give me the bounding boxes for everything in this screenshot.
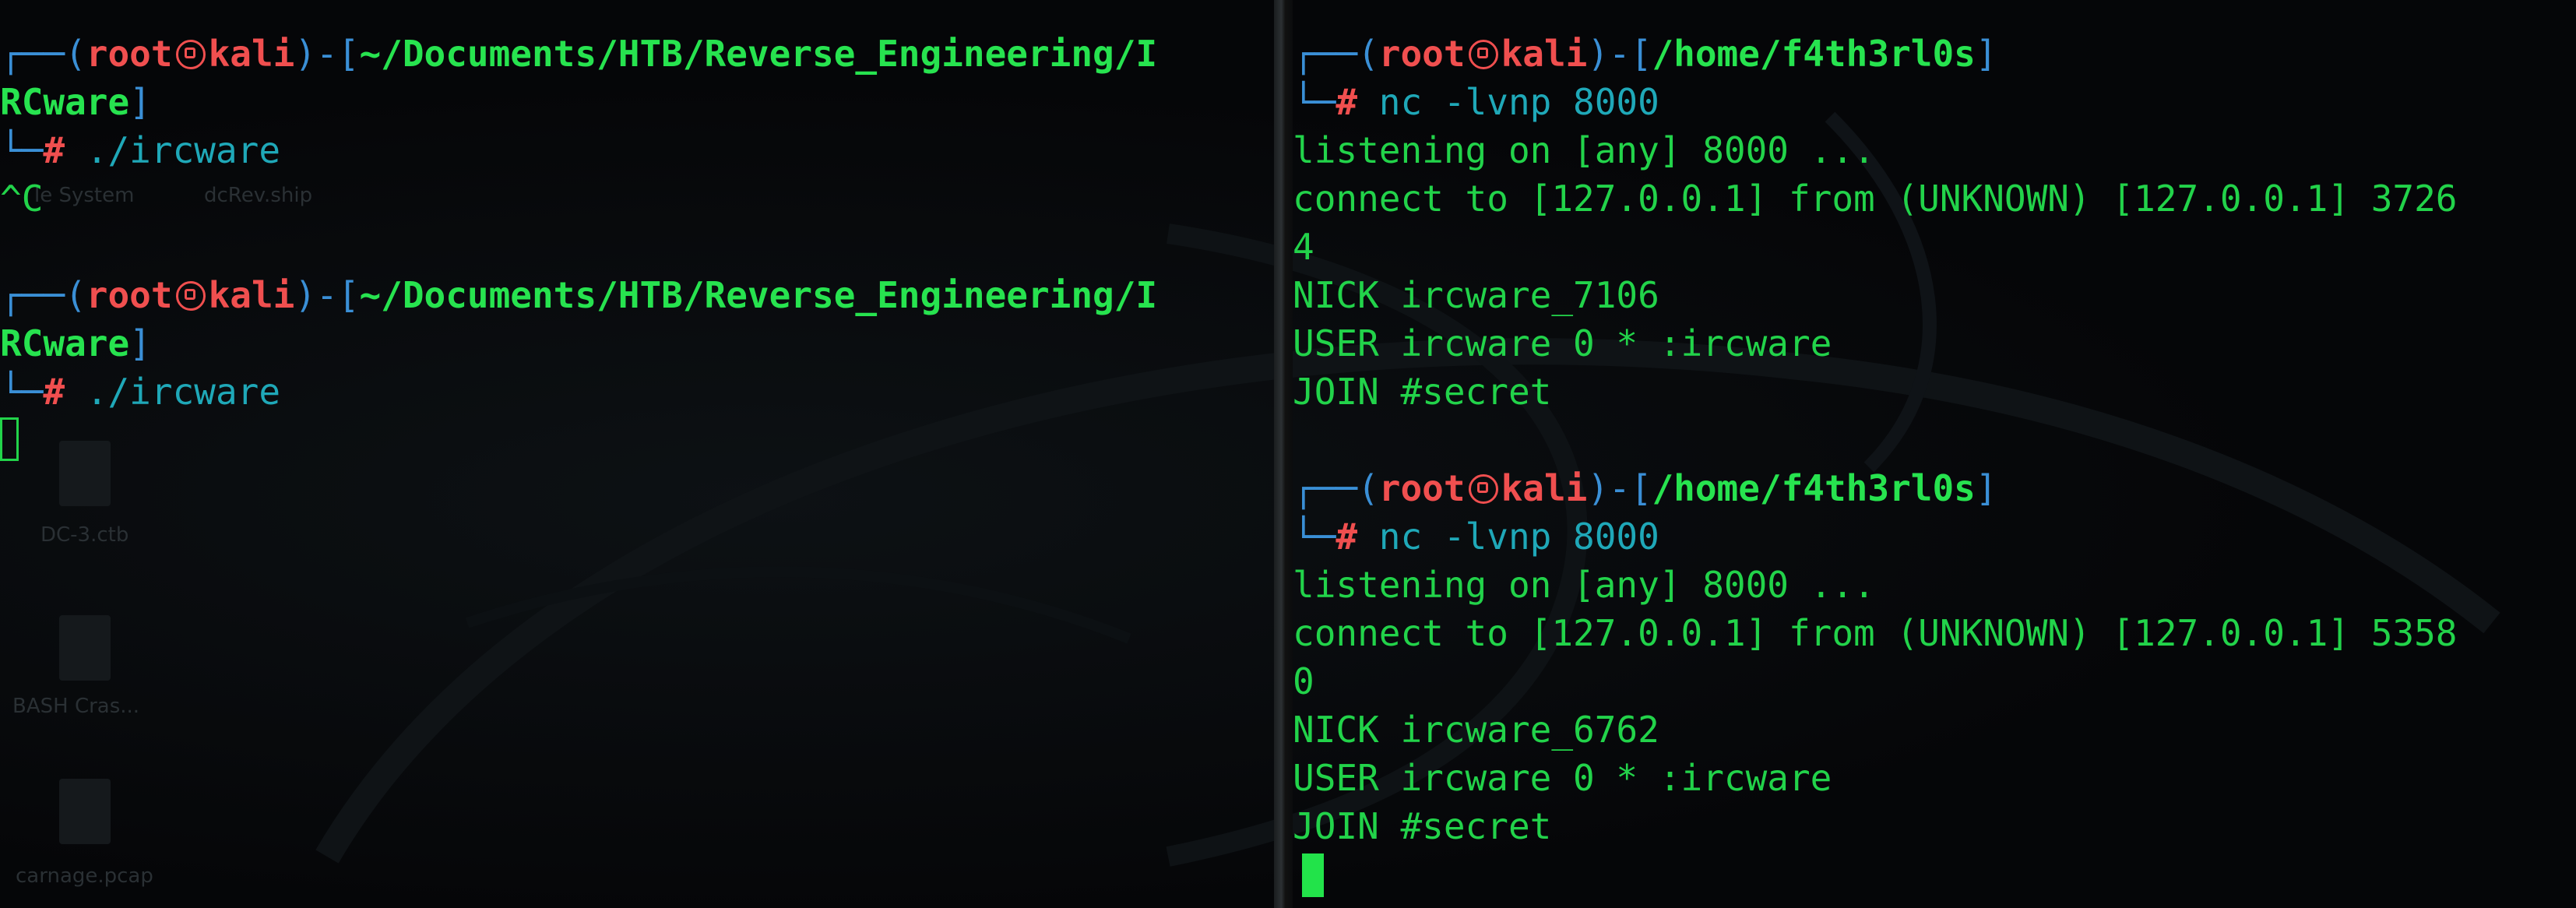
prompt-header-line: ┌──(root kali)-[/home/f4th3rl0s] [1293, 33, 1997, 75]
prompt-user: root [1378, 33, 1466, 75]
right-terminal-pane[interactable]: ┌──(root kali)-[/home/f4th3rl0s] └─# nc -… [1293, 0, 2576, 908]
output-line: 0 [1293, 660, 1314, 702]
prompt-user: root [1378, 467, 1466, 509]
output-line: USER ircware 0 * :ircware [1293, 322, 1832, 364]
prompt-host: kali [1501, 467, 1588, 509]
output-line: listening on [any] 8000 ... [1293, 564, 1875, 606]
terminal-cursor [1302, 853, 1324, 897]
left-terminal-pane[interactable]: ┌──(root kali)-[~/Documents/HTB/Reverse_E… [0, 0, 1274, 908]
output-line: connect to [127.0.0.1] from (UNKNOWN) [1… [1293, 612, 2458, 654]
output-line: NICK ircware_7106 [1293, 274, 1659, 316]
command-line: └─# ./ircware [0, 129, 281, 171]
prompt-path: /home/f4th3rl0s [1652, 33, 1976, 75]
command-text: nc -lvnp 8000 [1378, 516, 1659, 558]
prompt-path: /home/f4th3rl0s [1652, 467, 1976, 509]
command-line: └─# nc -lvnp 8000 [1293, 516, 1659, 558]
command-line: └─# ./ircware [0, 371, 281, 413]
kali-skull-icon [175, 281, 206, 311]
prompt-path: ~/Documents/HTB/Reverse_Engineering/I [359, 33, 1158, 75]
prompt-header-line: ┌──(root kali)-[~/Documents/HTB/Reverse_E… [0, 33, 1158, 75]
kali-skull-icon [1468, 474, 1498, 504]
output-line: JOIN #secret [1293, 805, 1552, 847]
output-line: connect to [127.0.0.1] from (UNKNOWN) [1… [1293, 178, 2458, 220]
prompt-path-continued: RCware [0, 81, 130, 123]
prompt-path-wrap-line: RCware] [0, 322, 151, 364]
output-line: JOIN #secret [1293, 371, 1552, 413]
prompt-path: ~/Documents/HTB/Reverse_Engineering/I [359, 274, 1158, 316]
output-line: USER ircware 0 * :ircware [1293, 757, 1832, 799]
pane-divider[interactable] [1274, 0, 1293, 908]
prompt-header-line: ┌──(root kali)-[/home/f4th3rl0s] [1293, 467, 1997, 509]
output-line: NICK ircware_6762 [1293, 709, 1659, 751]
kali-skull-icon [175, 40, 206, 69]
prompt-host: kali [1501, 33, 1588, 75]
prompt-path-continued: RCware [0, 322, 130, 364]
prompt-host: kali [208, 274, 295, 316]
prompt-header-line: ┌──(root kali)-[~/Documents/HTB/Reverse_E… [0, 274, 1158, 316]
prompt-user: root [86, 274, 173, 316]
prompt-path-wrap-line: RCware] [0, 81, 151, 123]
prompt-host: kali [208, 33, 295, 75]
command-text: ./ircware [86, 129, 281, 171]
terminal-cursor [0, 417, 19, 461]
kali-skull-icon [1468, 40, 1498, 69]
output-line: ^C [0, 178, 44, 220]
command-line: └─# nc -lvnp 8000 [1293, 81, 1659, 123]
prompt-user: root [86, 33, 173, 75]
output-line: listening on [any] 8000 ... [1293, 129, 1875, 171]
command-text: nc -lvnp 8000 [1378, 81, 1659, 123]
output-line: 4 [1293, 226, 1314, 268]
command-text: ./ircware [86, 371, 281, 413]
